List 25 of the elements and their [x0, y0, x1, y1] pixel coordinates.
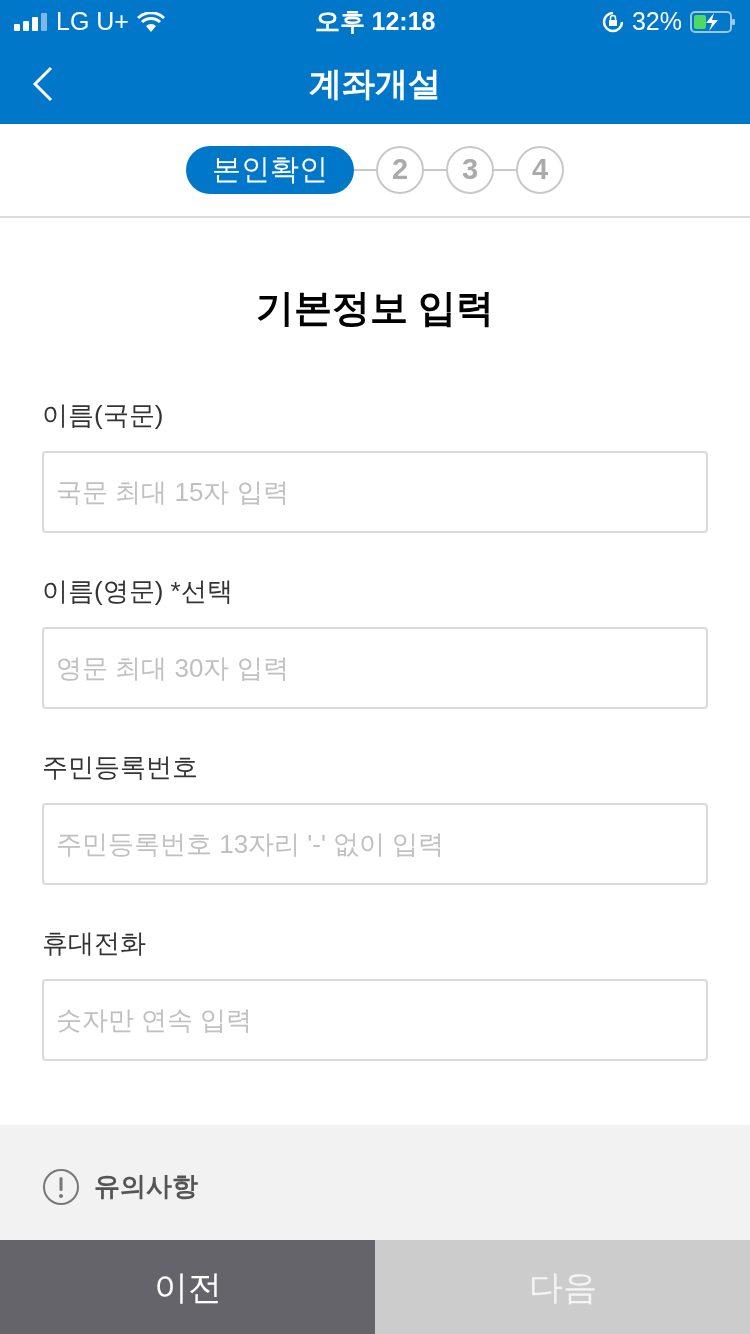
- input-field[interactable]: 영문 최대 30자 입력: [42, 627, 708, 709]
- previous-button[interactable]: 이전: [0, 1240, 375, 1334]
- signal-icon: [14, 13, 48, 31]
- step-indicator: 3: [446, 146, 494, 194]
- carrier-name: LG U+: [56, 6, 129, 38]
- wifi-icon: [136, 12, 165, 32]
- input-field[interactable]: 숫자만 연속 입력: [42, 979, 708, 1061]
- input-field[interactable]: 국문 최대 15자 입력: [42, 451, 708, 533]
- warning-icon: [42, 1167, 80, 1206]
- notice-title: 유의사항: [94, 1170, 198, 1203]
- page-title: 계좌개설: [309, 64, 441, 105]
- field-label: 휴대전화: [42, 926, 147, 960]
- rotation-lock-icon: [601, 11, 624, 33]
- battery-charging-icon: [690, 11, 736, 33]
- step-indicator: 본인확인: [186, 146, 354, 194]
- step-indicator: 2: [376, 146, 424, 194]
- field-label: 주민등록번호: [42, 750, 199, 784]
- battery-percent: 32%: [631, 6, 682, 38]
- input-field[interactable]: 주민등록번호 13자리 '-' 없이 입력: [42, 803, 708, 885]
- back-icon: [32, 66, 54, 102]
- step-indicator: 4: [516, 146, 564, 194]
- form-title: 기본정보 입력: [255, 286, 495, 331]
- field-label: 이름(영문) *선택: [42, 574, 234, 608]
- status-time: 오후 12:18: [314, 6, 436, 38]
- field-label: 이름(국문): [42, 398, 165, 432]
